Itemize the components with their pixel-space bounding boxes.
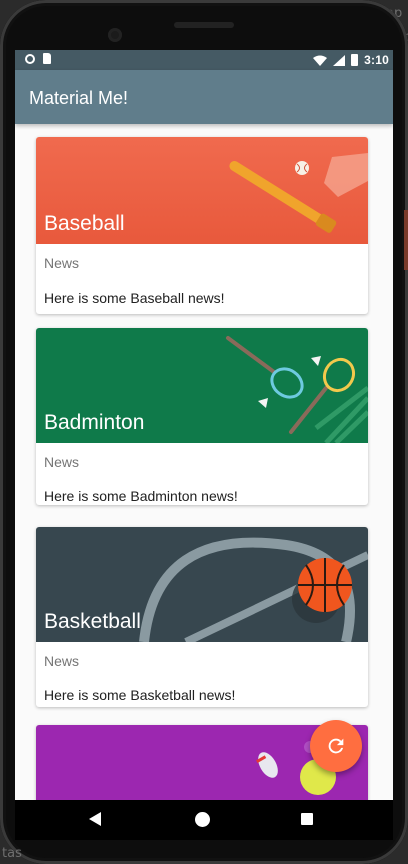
card-subtitle: News: [44, 454, 80, 470]
card-image-basketball: Basketball: [36, 527, 368, 642]
card-title: Baseball: [44, 212, 125, 235]
power-button[interactable]: [404, 210, 408, 270]
card-image-badminton: Badminton: [36, 328, 368, 443]
sync-icon: [25, 53, 35, 64]
refresh-icon: [328, 738, 344, 754]
backdrop-text: tas: [2, 846, 22, 861]
back-icon[interactable]: [89, 812, 101, 826]
card-info: Here is some Badminton news!: [44, 488, 238, 504]
card-subtitle: News: [44, 653, 80, 669]
home-icon[interactable]: [195, 812, 210, 827]
device-screen: 3:10 Material Me! Baseball News Here is …: [15, 50, 393, 800]
signal-icon: [333, 54, 346, 66]
wifi-icon: [313, 55, 328, 66]
app-bar: Material Me!: [15, 70, 393, 124]
sd-card-icon: [43, 53, 51, 64]
status-bar: 3:10: [15, 50, 393, 70]
card-title: Basketball: [44, 610, 141, 633]
card-info: Here is some Baseball news!: [44, 290, 225, 306]
card-image-baseball: Baseball: [36, 137, 368, 244]
card-info: Here is some Basketball news!: [44, 687, 236, 703]
battery-icon: [351, 54, 359, 66]
sport-card-baseball[interactable]: Baseball News Here is some Baseball news…: [36, 137, 368, 314]
speaker-grille: [174, 22, 234, 28]
sport-card-basketball[interactable]: Basketball News Here is some Basketball …: [36, 527, 368, 707]
sports-list[interactable]: Baseball News Here is some Baseball news…: [15, 124, 393, 800]
card-subtitle: News: [44, 255, 80, 271]
phone-frame: 3:10 Material Me! Baseball News Here is …: [0, 0, 408, 864]
card-title: Badminton: [44, 411, 145, 434]
status-time: 3:10: [364, 53, 389, 67]
sport-card-badminton[interactable]: Badminton News Here is some Badminton ne…: [36, 328, 368, 505]
reset-fab[interactable]: [310, 720, 362, 772]
front-camera: [108, 28, 122, 42]
recent-apps-icon[interactable]: [301, 813, 313, 825]
navigation-bar: [15, 800, 393, 840]
app-title: Material Me!: [29, 88, 129, 108]
